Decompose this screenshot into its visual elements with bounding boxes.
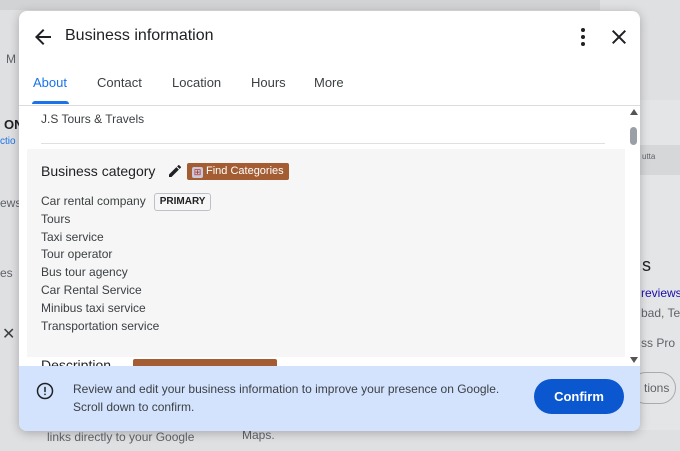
extension-logo-icon: ⊞ [192, 167, 203, 178]
business-name: J.S Tours & Travels [41, 112, 145, 126]
close-icon[interactable] [607, 25, 631, 49]
category-item: Taxi service [41, 229, 104, 244]
divider [41, 143, 605, 144]
primary-tag: PRIMARY [153, 193, 212, 211]
tab-about[interactable]: About [33, 75, 67, 90]
category-item: Bus tour agency [41, 265, 128, 280]
tab-location[interactable]: Location [172, 75, 221, 90]
tab-bar: About Contact Location Hours More [19, 69, 640, 106]
tab-contact[interactable]: Contact [97, 75, 142, 90]
confirm-button[interactable]: Confirm [534, 379, 624, 414]
category-item: Tour operator [41, 247, 113, 262]
background-snippet: M [6, 52, 16, 66]
category-item: Car Rental Service [41, 282, 142, 297]
active-tab-indicator [32, 101, 69, 104]
dialog-title: Business information [65, 27, 214, 44]
background-snippet: reviews [641, 286, 680, 300]
background-close-icon[interactable]: ✕ [2, 324, 15, 344]
background-snippet: bad, Te [641, 306, 680, 320]
scrollbar-thumb[interactable] [630, 127, 637, 145]
background-snippet: tions [644, 381, 670, 395]
dialog-header: Business information [19, 11, 640, 63]
category-list: Car rental company PRIMARY Tours Taxi ser… [41, 193, 212, 335]
banner-message: Review and edit your business informatio… [73, 382, 500, 414]
category-item: Minibus taxi service [41, 300, 146, 315]
business-category-section[interactable]: Business category ⊞ Find Categories Car r… [27, 149, 625, 357]
background-snippet: s [642, 255, 651, 275]
background-snippet: ss Pro [641, 336, 676, 350]
background-snippet: utta [642, 152, 656, 161]
find-categories-badge[interactable]: ⊞ Find Categories [187, 163, 289, 180]
scroll-down-arrow-icon[interactable] [630, 357, 638, 363]
scroll-up-arrow-icon[interactable] [630, 109, 638, 115]
background-search-bar [0, 0, 600, 10]
dialog-scroll-content[interactable]: J.S Tours & Travels Business category ⊞ F… [19, 105, 627, 366]
category-item: Car rental company PRIMARY [41, 193, 212, 211]
background-snippet: ctio [0, 136, 16, 147]
find-categories-label: Find Categories [206, 165, 284, 177]
tab-hours[interactable]: Hours [251, 75, 286, 90]
background-snippet: es [0, 266, 13, 280]
background-snippet: links directly to your Google [47, 430, 195, 444]
confirm-banner: Review and edit your business informatio… [19, 366, 640, 431]
back-arrow-icon[interactable] [31, 25, 55, 49]
category-label: Car rental company [41, 194, 146, 209]
scrollbar[interactable] [627, 105, 640, 366]
category-item: Transportation service [41, 318, 160, 333]
edit-pencil-icon[interactable] [167, 163, 183, 179]
category-item: Tours [41, 211, 71, 226]
info-icon [36, 382, 54, 400]
tab-more[interactable]: More [314, 75, 344, 90]
more-options-icon[interactable] [571, 25, 595, 49]
business-information-dialog: Business information About Contact Locat… [19, 11, 640, 431]
business-category-title: Business category [41, 163, 156, 179]
description-section-title: Description [41, 357, 112, 366]
description-badge[interactable] [133, 359, 277, 366]
